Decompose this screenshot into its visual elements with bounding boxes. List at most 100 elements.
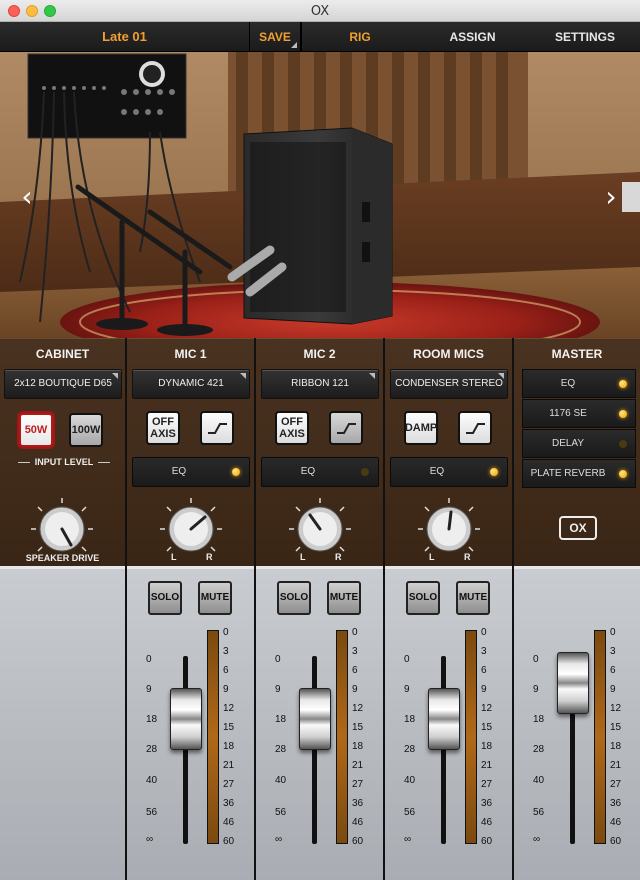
room-solo-button[interactable]: SOLO xyxy=(406,581,440,615)
room-eq-led xyxy=(490,468,498,476)
mic1-model-label: DYNAMIC 421 xyxy=(158,378,224,389)
room-width-knob[interactable] xyxy=(417,495,481,559)
high-pass-filter-icon xyxy=(337,423,356,434)
knob-icon xyxy=(160,498,222,552)
save-label: SAVE xyxy=(259,30,291,44)
cabinet-model-label: 2x12 BOUTIQUE D65 xyxy=(14,378,112,389)
top-nav: Late 01 SAVE RIG ASSIGN SETTINGS xyxy=(0,22,640,52)
master-plate-reverb-label: PLATE REVERB xyxy=(530,468,606,479)
mic2-hpf-button[interactable] xyxy=(329,411,363,445)
master-eq-led xyxy=(619,380,627,388)
master-plate-reverb-button[interactable]: PLATE REVERB xyxy=(522,459,636,488)
mic2-level-meter xyxy=(336,630,348,844)
mic1-eq-label: EQ xyxy=(171,466,187,477)
master-fader-handle[interactable] xyxy=(557,652,589,714)
mic2-eq-led xyxy=(361,468,369,476)
speaker-drive-knob[interactable] xyxy=(30,495,94,559)
mic2-solo-button[interactable]: SOLO xyxy=(277,581,311,615)
mic2-model-label: RIBBON 121 xyxy=(291,378,349,389)
mic1-title: MIC 1 xyxy=(174,347,207,361)
room-mics-title: ROOM MICS xyxy=(413,347,484,361)
mic1-fader-handle[interactable] xyxy=(170,688,202,750)
chevron-right-icon[interactable]: › xyxy=(600,182,622,212)
title-bar: OX xyxy=(0,0,640,22)
ox-logo: OX xyxy=(559,516,597,540)
master-title: MASTER xyxy=(551,347,603,361)
studio-scene-illustration xyxy=(0,52,640,338)
mic1-model-select[interactable]: DYNAMIC 421 xyxy=(132,369,250,399)
pan-right-label: R xyxy=(464,552,471,562)
tab-assign[interactable]: ASSIGN xyxy=(420,22,525,52)
mic2-eq-button[interactable]: EQ xyxy=(261,457,379,487)
master-delay-label: DELAY xyxy=(551,438,585,449)
dropdown-indicator-icon xyxy=(369,373,375,379)
knob-icon xyxy=(418,498,480,552)
master-eq-button[interactable]: EQ xyxy=(522,369,636,398)
mic1-off-axis-button[interactable]: OFF AXIS xyxy=(146,411,180,445)
mic2-fader-handle[interactable] xyxy=(299,688,331,750)
mic2-model-select[interactable]: RIBBON 121 xyxy=(261,369,379,399)
pan-right-label: R xyxy=(335,552,342,562)
save-menu-indicator-icon xyxy=(291,42,297,48)
mic1-solo-button[interactable]: SOLO xyxy=(148,581,182,615)
mic1-strip: MIC 1 DYNAMIC 421 OFF AXIS EQ L R SOLO M… xyxy=(127,338,256,880)
pan-left-label: L xyxy=(300,552,306,562)
master-1176-led xyxy=(619,410,627,418)
dropdown-indicator-icon xyxy=(112,373,118,379)
room-mics-model-select[interactable]: CONDENSER STEREO xyxy=(390,369,508,399)
room-fader-handle[interactable] xyxy=(428,688,460,750)
save-button[interactable]: SAVE xyxy=(250,22,302,52)
mic2-eq-label: EQ xyxy=(300,466,316,477)
room-damp-button[interactable]: DAMP xyxy=(404,411,438,445)
room-hpf-button[interactable] xyxy=(458,411,492,445)
dropdown-indicator-icon xyxy=(240,373,246,379)
cabinet-strip: CABINET 2x12 BOUTIQUE D65 50W 100W INPUT… xyxy=(0,338,127,880)
knob-icon xyxy=(31,498,93,552)
power-50w-button[interactable]: 50W xyxy=(19,413,53,447)
room-level-meter xyxy=(465,630,477,844)
master-eq-label: EQ xyxy=(560,378,576,389)
cabinet-model-select[interactable]: 2x12 BOUTIQUE D65 xyxy=(4,369,122,399)
room-mics-strip: ROOM MICS CONDENSER STEREO DAMP EQ L R S… xyxy=(385,338,514,880)
speaker-drive-label: SPEAKER DRIVE xyxy=(25,553,100,563)
tab-settings[interactable]: SETTINGS xyxy=(535,22,635,52)
pan-left-label: L xyxy=(429,552,435,562)
room-fader-track xyxy=(441,656,446,844)
master-plate-reverb-led xyxy=(619,470,627,478)
master-1176-button[interactable]: 1176 SE xyxy=(522,399,636,428)
room-eq-label: EQ xyxy=(429,466,445,477)
master-1176-label: 1176 SE xyxy=(549,408,587,419)
room-mute-button[interactable]: MUTE xyxy=(456,581,490,615)
chevron-left-icon[interactable]: ‹ xyxy=(16,182,38,212)
mic2-off-axis-button[interactable]: OFF AXIS xyxy=(275,411,309,445)
mic1-hpf-button[interactable] xyxy=(200,411,234,445)
mic1-pan-knob[interactable] xyxy=(159,495,223,559)
cabinet-title: CABINET xyxy=(35,347,90,361)
mic1-eq-led xyxy=(232,468,240,476)
tab-rig[interactable]: RIG xyxy=(310,22,410,52)
mic2-mute-button[interactable]: MUTE xyxy=(327,581,361,615)
mic2-strip: MIC 2 RIBBON 121 OFF AXIS EQ L R SOLO MU… xyxy=(256,338,385,880)
ox-app-window: OX Late 01 SAVE RIG ASSIGN SETTINGS ‹ › … xyxy=(0,0,640,880)
mic2-title: MIC 2 xyxy=(303,347,336,361)
studio-scene: ‹ › xyxy=(0,52,640,338)
input-level-label: INPUT LEVEL xyxy=(14,457,114,467)
mic1-mute-button[interactable]: MUTE xyxy=(198,581,232,615)
power-100w-button[interactable]: 100W xyxy=(69,413,103,447)
high-pass-filter-icon xyxy=(208,423,227,434)
mic1-eq-button[interactable]: EQ xyxy=(132,457,250,487)
mic2-pan-knob[interactable] xyxy=(288,495,352,559)
master-strip: MASTER EQ 1176 SE DELAY PLATE REVERB OX … xyxy=(514,338,640,880)
master-level-meter xyxy=(594,630,606,844)
pan-left-label: L xyxy=(171,552,177,562)
mic1-level-meter xyxy=(207,630,219,844)
cabinet-lower-panel xyxy=(0,566,125,880)
knob-icon xyxy=(289,498,351,552)
preset-name[interactable]: Late 01 xyxy=(0,22,250,52)
room-mics-model-label: CONDENSER STEREO xyxy=(395,378,503,389)
pan-right-label: R xyxy=(206,552,213,562)
room-eq-button[interactable]: EQ xyxy=(390,457,508,487)
master-delay-button[interactable]: DELAY xyxy=(522,429,636,458)
window-title: OX xyxy=(310,4,330,19)
mic1-fader-track xyxy=(183,656,188,844)
